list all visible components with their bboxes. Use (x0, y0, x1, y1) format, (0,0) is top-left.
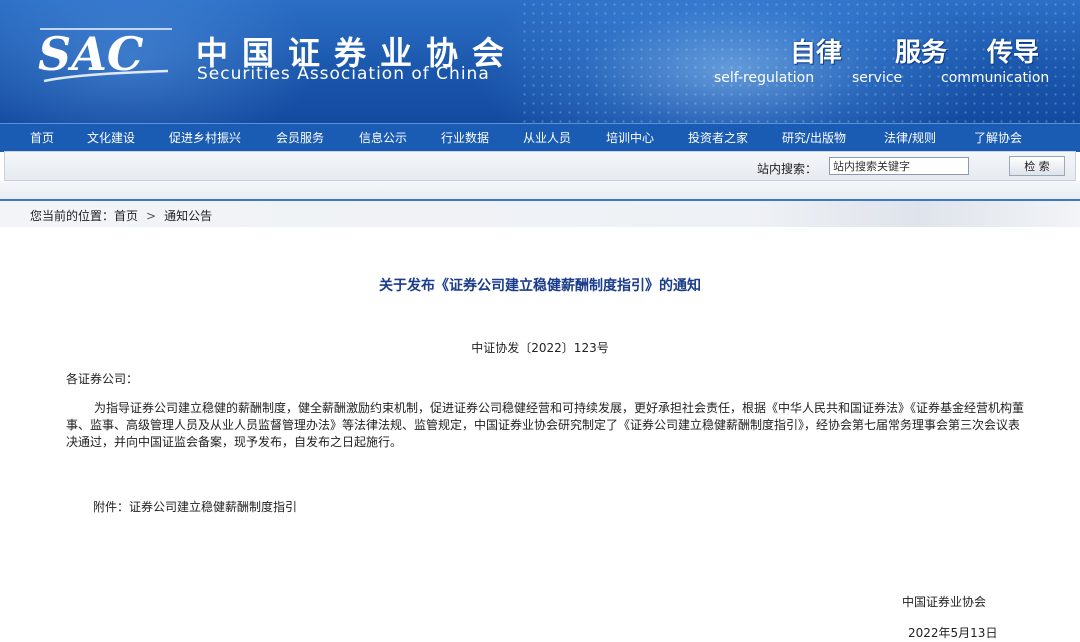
breadcrumb-current[interactable]: 通知公告 (164, 209, 212, 223)
nav-item-about[interactable]: 了解协会 (974, 124, 1022, 152)
nav-item-culture[interactable]: 文化建设 (87, 124, 135, 152)
article-title: 关于发布《证券公司建立稳健薪酬制度指引》的通知 (379, 278, 701, 294)
attachment-link[interactable]: 附件：证券公司建立稳健薪酬制度指引 (93, 498, 297, 515)
search-button[interactable]: 检 索 (1009, 156, 1065, 176)
sac-logo[interactable]: SAC (34, 23, 174, 85)
signature-date: 2022年5月13日 (908, 626, 998, 640)
slogan-service: 服务 (895, 38, 948, 68)
nav-item-research[interactable]: 研究/出版物 (782, 124, 846, 152)
nav-item-investors[interactable]: 投资者之家 (688, 124, 748, 152)
search-bar: 站内搜索： 检 索 (4, 151, 1076, 181)
nav-item-home[interactable]: 首页 (30, 124, 54, 152)
slogan-self-regulation-en: self-regulation (714, 70, 815, 86)
nav-item-data[interactable]: 行业数据 (441, 124, 489, 152)
logo-text: SAC (38, 27, 144, 81)
slogan-communication: 传导 (987, 38, 1040, 68)
signature-org: 中国证券业协会 (902, 595, 987, 609)
breadcrumb-prefix: 您当前的位置： (30, 209, 115, 223)
slogan-service-en: service (852, 70, 903, 86)
search-input[interactable] (829, 157, 969, 175)
breadcrumb-home-link[interactable]: 首页 (114, 209, 138, 223)
slogan-self-regulation: 自律 (790, 38, 843, 68)
main-nav: 首页 文化建设 促进乡村振兴 会员服务 信息公示 行业数据 从业人员 培训中心 … (0, 123, 1080, 152)
breadcrumb-separator: > (146, 209, 157, 223)
search-label: 站内搜索： (757, 162, 818, 176)
nav-item-laws[interactable]: 法律/规则 (884, 124, 936, 152)
nav-item-rural[interactable]: 促进乡村振兴 (169, 124, 241, 152)
salutation: 各证券公司： (66, 372, 139, 386)
nav-item-members[interactable]: 会员服务 (276, 124, 324, 152)
breadcrumb-bar: 您当前的位置：首页 > 通知公告 (0, 201, 1080, 227)
nav-item-training[interactable]: 培训中心 (606, 124, 654, 152)
header-banner: SAC 中国证券业协会 Securities Association of Ch… (0, 0, 1080, 123)
breadcrumb: 您当前的位置：首页 > 通知公告 (30, 207, 212, 224)
org-name-en: Securities Association of China (197, 64, 490, 84)
document-number: 中证协发〔2022〕123号 (471, 341, 609, 355)
nav-item-disclosure[interactable]: 信息公示 (359, 124, 407, 152)
header-spacer (0, 181, 1080, 199)
article-body: 为指导证券公司建立稳健的薪酬制度，健全薪酬激励约束机制，促进证券公司稳健经营和可… (66, 401, 1025, 449)
nav-item-practitioners[interactable]: 从业人员 (523, 124, 571, 152)
slogan-communication-en: communication (941, 70, 1050, 86)
